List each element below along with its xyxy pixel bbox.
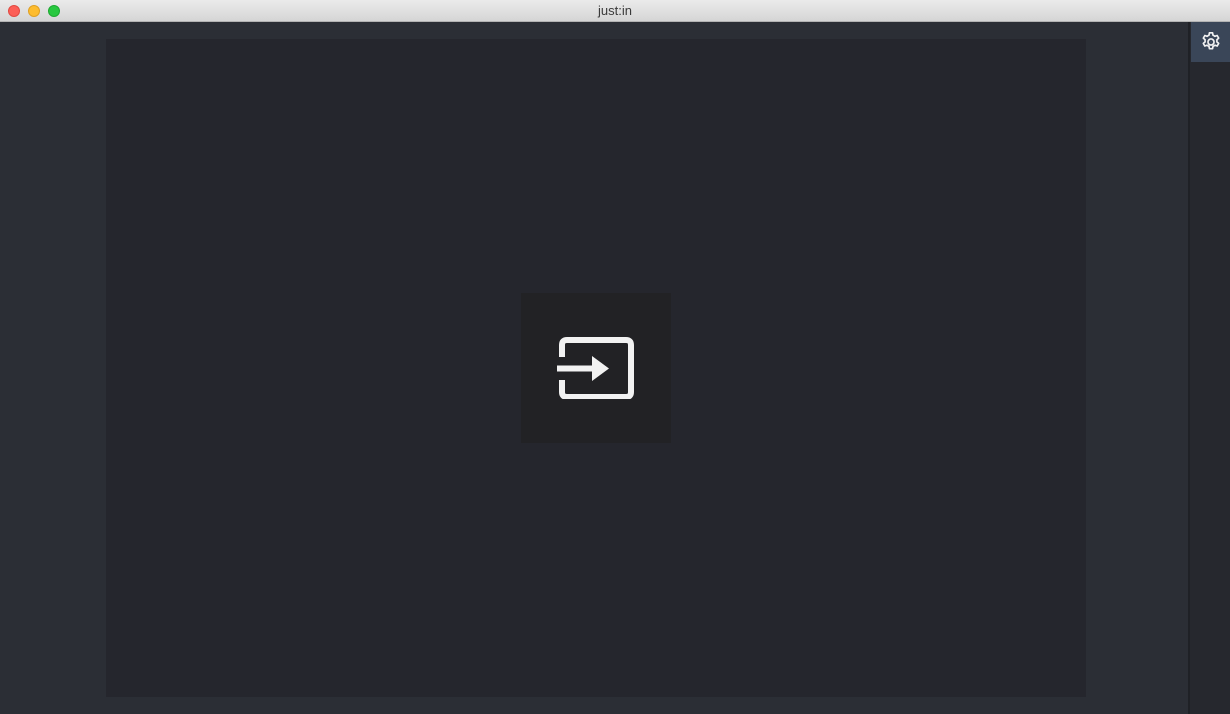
enter-input-icon [557,337,634,399]
right-sidebar [1188,22,1230,714]
settings-button[interactable] [1191,22,1230,62]
app-window: just:in [0,0,1230,714]
main-canvas [106,39,1086,697]
gear-icon [1202,32,1220,50]
enter-button[interactable] [521,293,671,443]
title-bar[interactable]: just:in [0,0,1230,22]
window-title: just:in [598,3,632,18]
main-content [0,22,1230,714]
